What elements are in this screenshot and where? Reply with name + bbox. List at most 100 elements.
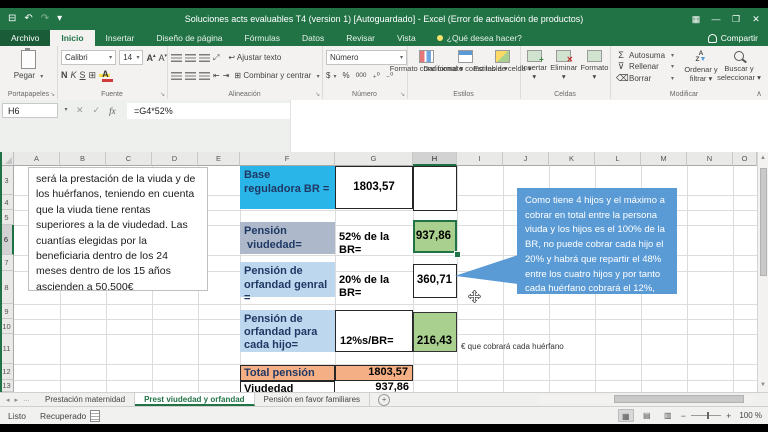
shrink-font-button[interactable]: A▾ [158, 50, 167, 65]
view-normal-icon[interactable]: ▦ [618, 409, 634, 422]
sheet-nav-left-icon[interactable]: ◂ [6, 396, 10, 404]
vertical-scrollbar[interactable]: ▲ ▼ [757, 152, 768, 392]
bold-button[interactable]: N [61, 69, 68, 82]
increase-indent-icon[interactable]: ⇥ [223, 69, 230, 82]
zoom-out-icon[interactable]: − [681, 411, 686, 421]
align-center-icon[interactable] [185, 72, 196, 80]
row-header-10[interactable]: 10 [0, 319, 14, 334]
column-header-H[interactable]: H [413, 152, 457, 166]
decrease-indent-icon[interactable]: ⇤ [213, 69, 220, 82]
column-header-F[interactable]: F [240, 152, 335, 166]
sheet-nav-more-icon[interactable]: … [23, 396, 30, 403]
name-box-caret-icon[interactable]: ▾ [60, 103, 72, 118]
sheet-tab-prest-viudedad-y-orfandad[interactable]: Prest viudedad y orfandad [135, 393, 254, 406]
font-color-button[interactable]: A [102, 69, 109, 82]
share-button[interactable]: Compartir [698, 30, 768, 46]
row-header-4[interactable]: 4 [0, 195, 14, 210]
tab-revisar[interactable]: Revisar [335, 30, 386, 46]
cancel-icon[interactable]: ✕ [76, 105, 84, 116]
underline-button[interactable]: S [80, 69, 86, 82]
dialog-launcher-icon[interactable]: ↘ [315, 91, 320, 98]
dialog-launcher-icon[interactable]: ↘ [50, 91, 55, 98]
column-header-K[interactable]: K [549, 152, 595, 166]
view-page-break-icon[interactable]: ▥ [660, 409, 676, 422]
clear-button[interactable]: ⌫Borrar ▾ [616, 73, 674, 84]
row-header-7[interactable]: 7 [0, 255, 14, 271]
dialog-launcher-icon[interactable]: ↘ [160, 91, 165, 98]
zoom-slider[interactable] [691, 415, 721, 416]
collapse-ribbon-icon[interactable]: ∧ [756, 89, 762, 98]
row-header-5[interactable]: 5 [0, 210, 14, 225]
zoom-in-icon[interactable]: + [726, 411, 731, 421]
cell-h8-orfandad-value[interactable]: 360,71 [413, 264, 457, 298]
row-header-3[interactable]: 3 [0, 166, 14, 195]
tab-datos[interactable]: Datos [291, 30, 335, 46]
grow-font-button[interactable]: A▴ [146, 50, 155, 65]
row-header-11[interactable]: 11 [0, 334, 14, 364]
scroll-down-icon[interactable]: ▼ [758, 379, 768, 392]
cell-f12-total-label[interactable]: Total pensión [240, 365, 335, 381]
cell-g3-base-value[interactable]: 1803,57 [335, 166, 413, 209]
scrollbar-thumb[interactable] [614, 395, 744, 403]
view-page-layout-icon[interactable]: ▤ [639, 409, 655, 422]
column-header-G[interactable]: G [335, 152, 413, 166]
column-header-M[interactable]: M [641, 152, 687, 166]
tab-vista[interactable]: Vista [386, 30, 427, 46]
italic-button[interactable]: K [71, 69, 77, 82]
recovered-indicator[interactable]: Recuperado [40, 410, 100, 422]
comment-callout[interactable]: Como tiene 4 hijos y el máximo a cobrar … [517, 188, 677, 294]
minimize-button[interactable]: — [706, 8, 726, 30]
tab-formulas[interactable]: Fórmulas [234, 30, 291, 46]
tab-archivo[interactable]: Archivo [0, 30, 50, 46]
sheet-tab-pension-en-favor-familiares[interactable]: Pensión en favor familiares [255, 393, 371, 406]
row-header-9[interactable]: 9 [0, 304, 14, 319]
note-textbox[interactable]: será la prestación de la viuda y de los … [28, 167, 208, 291]
align-left-icon[interactable] [171, 72, 182, 80]
autosum-button[interactable]: ΣAutosuma ▾ [616, 50, 674, 60]
font-size-dropdown[interactable]: 14▾ [119, 50, 143, 65]
currency-button[interactable]: $▾ [326, 71, 336, 80]
dialog-launcher-icon[interactable]: ↘ [400, 91, 405, 98]
tell-me-search[interactable]: ¿Qué desea hacer? [427, 30, 532, 46]
enter-icon[interactable]: ✓ [93, 105, 101, 116]
percent-button[interactable]: % [342, 71, 349, 80]
sheet-tab-prestacion-maternidad[interactable]: Prestación maternidad [36, 393, 135, 406]
wrap-text-button[interactable]: ↩ Ajustar texto [228, 53, 281, 62]
number-format-dropdown[interactable]: Número▾ [326, 50, 407, 65]
name-box[interactable]: H6 [2, 103, 58, 118]
cell-h11-hijo-value[interactable]: 216,43 [413, 312, 457, 352]
paste-button[interactable]: Pegar ▾ [0, 46, 57, 80]
cell-f5-pension-viudedad[interactable]: Pensión viudedad= [240, 222, 335, 254]
restore-button[interactable]: ❒ [726, 8, 746, 30]
fill-button[interactable]: ⊽Rellenar ▾ [616, 61, 674, 72]
find-select-button[interactable]: Buscar yseleccionar ▾ [720, 46, 758, 82]
cell-f3-base-reguladora[interactable]: Base reguladora BR = [240, 166, 335, 209]
column-header-L[interactable]: L [595, 152, 641, 166]
thousands-button[interactable]: 000 [356, 72, 367, 79]
horizontal-scrollbar[interactable] [539, 395, 754, 403]
align-top-icon[interactable] [171, 54, 182, 62]
cell-i11-note[interactable]: € que cobrará cada huérfano [461, 339, 621, 351]
column-header-C[interactable]: C [106, 152, 152, 166]
fill-handle[interactable] [454, 251, 461, 258]
formula-input-expanded[interactable] [290, 100, 768, 152]
ribbon-display-options-icon[interactable]: ▦ [686, 8, 706, 30]
select-all-corner[interactable] [0, 152, 14, 166]
cell-g8-orfandad-pct[interactable]: 20% de la BR= [335, 279, 411, 295]
sort-filter-button[interactable]: AZ▼ Ordenar yfiltrar ▾ [682, 46, 720, 83]
column-header-D[interactable]: D [152, 152, 198, 166]
close-button[interactable]: ✕ [746, 8, 766, 30]
cell-g6-viudedad-pct[interactable]: 52% de la BR= [335, 236, 411, 252]
align-middle-icon[interactable] [185, 54, 196, 62]
increase-decimal-button[interactable]: ₊⁰ [372, 71, 379, 80]
borders-button[interactable]: ⊞ [89, 69, 97, 82]
cell-f9-pension-cada-hijo[interactable]: Pensión de orfandad para cada hijo= [240, 310, 335, 352]
tab-diseno-de-pagina[interactable]: Diseño de página [145, 30, 233, 46]
orientation-button[interactable]: ⤢ [213, 51, 219, 64]
cell-h3-empty[interactable] [413, 166, 457, 211]
row-header-8[interactable]: 8 [0, 271, 14, 304]
zoom-level[interactable]: 100 % [739, 411, 762, 420]
insert-function-icon[interactable]: fx [109, 106, 116, 116]
column-header-I[interactable]: I [457, 152, 503, 166]
cell-g12-total-value[interactable]: 1803,57 [335, 365, 413, 381]
